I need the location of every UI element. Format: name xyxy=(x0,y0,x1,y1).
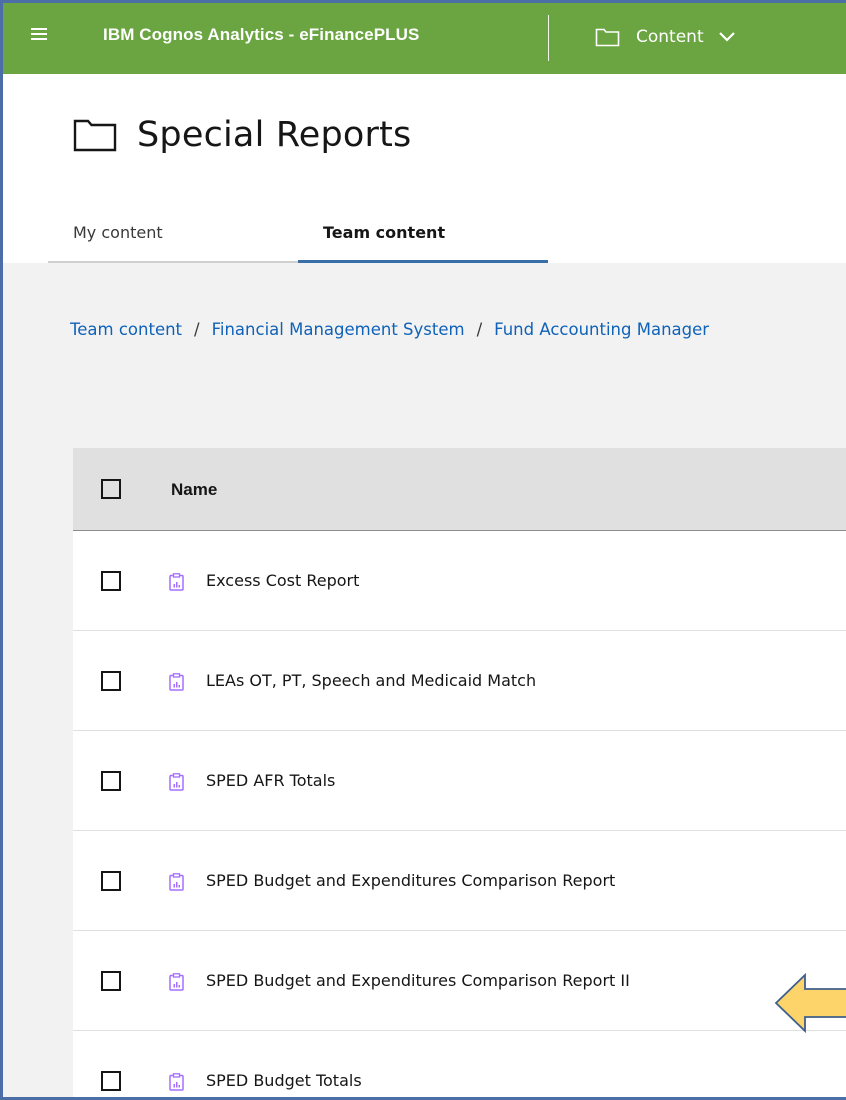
report-icon xyxy=(169,773,184,791)
tab-team-content[interactable]: Team content xyxy=(298,203,548,263)
breadcrumb-item-fund-accounting-manager[interactable]: Fund Accounting Manager xyxy=(494,320,709,339)
breadcrumb-separator: / xyxy=(476,320,483,339)
page-title: Special Reports xyxy=(137,115,412,155)
header-divider xyxy=(548,15,549,61)
report-icon xyxy=(169,573,184,591)
report-name-link[interactable]: SPED Budget Totals xyxy=(206,1071,362,1090)
tab-my-content[interactable]: My content xyxy=(48,203,298,263)
app-header: IBM Cognos Analytics - eFinancePLUS Cont… xyxy=(3,3,846,74)
table-row[interactable]: SPED AFR Totals xyxy=(73,731,846,831)
breadcrumb-item-team-content[interactable]: Team content xyxy=(70,320,182,339)
table-row[interactable]: LEAs OT, PT, Speech and Medicaid Match xyxy=(73,631,846,731)
select-all-checkbox[interactable] xyxy=(101,479,121,499)
report-icon xyxy=(169,873,184,891)
row-checkbox[interactable] xyxy=(101,1071,121,1091)
breadcrumb-separator: / xyxy=(194,320,200,339)
content-switcher-label: Content xyxy=(636,27,704,47)
content-area: Team content / Financial Management System… xyxy=(3,263,846,1097)
table-row[interactable]: SPED Budget and Expenditures Comparison … xyxy=(73,831,846,931)
row-checkbox[interactable] xyxy=(101,671,121,691)
row-checkbox[interactable] xyxy=(101,871,121,891)
report-icon xyxy=(169,673,184,691)
breadcrumb-item-financial-management-system[interactable]: Financial Management System xyxy=(212,320,465,339)
arrow-left-icon xyxy=(774,972,846,1034)
report-name-link[interactable]: Excess Cost Report xyxy=(206,571,359,590)
content-table: Name Excess Cost Report LEAs OT, PT, Spe… xyxy=(73,448,846,1097)
folder-icon xyxy=(73,119,117,152)
breadcrumb: Team content / Financial Management System… xyxy=(70,320,709,339)
report-name-link[interactable]: SPED Budget and Expenditures Comparison … xyxy=(206,971,630,990)
hamburger-icon[interactable] xyxy=(31,28,47,42)
content-switcher-button[interactable]: Content xyxy=(595,22,736,52)
content-tabs: My content Team content xyxy=(48,203,846,263)
report-name-link[interactable]: SPED AFR Totals xyxy=(206,771,335,790)
report-name-link[interactable]: LEAs OT, PT, Speech and Medicaid Match xyxy=(206,671,536,690)
row-checkbox[interactable] xyxy=(101,571,121,591)
cognos-window: IBM Cognos Analytics - eFinancePLUS Cont… xyxy=(0,0,846,1100)
report-name-link[interactable]: SPED Budget and Expenditures Comparison … xyxy=(206,871,615,890)
tab-label: Team content xyxy=(323,223,446,242)
column-header-name[interactable]: Name xyxy=(171,480,217,500)
table-header: Name xyxy=(73,448,846,531)
chevron-down-icon xyxy=(718,32,735,42)
table-row[interactable]: SPED Budget Totals xyxy=(73,1031,846,1097)
app-title: IBM Cognos Analytics - eFinancePLUS xyxy=(103,25,420,44)
row-checkbox[interactable] xyxy=(101,771,121,791)
table-row[interactable]: SPED Budget and Expenditures Comparison … xyxy=(73,931,846,1031)
tab-label: My content xyxy=(73,223,163,242)
folder-icon xyxy=(595,28,620,47)
row-checkbox[interactable] xyxy=(101,971,121,991)
report-icon xyxy=(169,1073,184,1091)
page-header: Special Reports xyxy=(73,115,412,155)
table-row[interactable]: Excess Cost Report xyxy=(73,531,846,631)
report-icon xyxy=(169,973,184,991)
